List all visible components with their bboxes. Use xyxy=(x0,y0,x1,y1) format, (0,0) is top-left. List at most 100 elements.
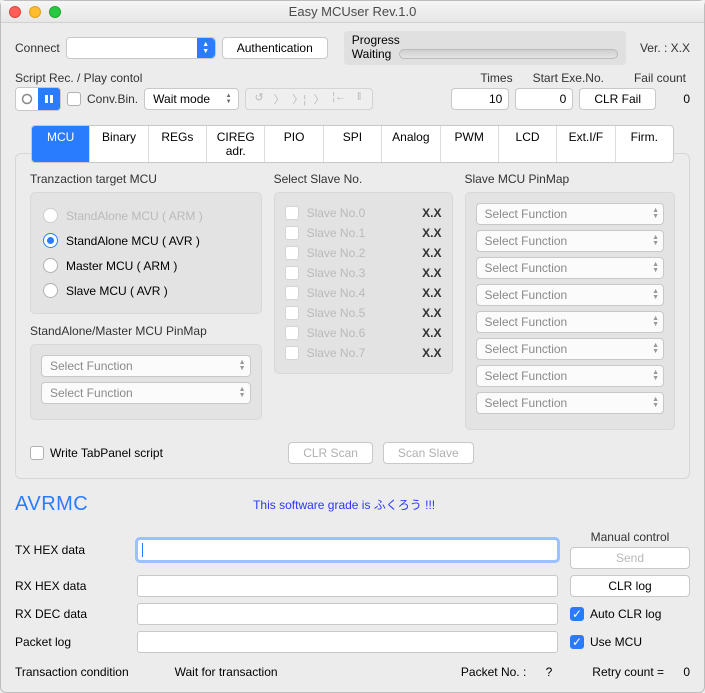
tx-hex-label: TX HEX data xyxy=(15,543,125,557)
slave-pinmap-select[interactable]: Select Function▲▼ xyxy=(476,338,665,360)
slave-pinmap-select[interactable]: Select Function▲▼ xyxy=(476,257,665,279)
connect-select[interactable]: ▲▼ xyxy=(66,37,216,59)
slave-checkbox[interactable] xyxy=(285,346,299,360)
clr-scan-button[interactable]: CLR Scan xyxy=(288,442,373,464)
slave-value: X.X xyxy=(422,326,441,340)
packet-log-input[interactable] xyxy=(137,631,558,653)
slave-value: X.X xyxy=(422,226,441,240)
tab-firm-[interactable]: Firm. xyxy=(616,126,673,162)
tab-ext-i-f[interactable]: Ext.I/F xyxy=(557,126,615,162)
rx-hex-label: RX HEX data xyxy=(15,579,125,593)
tab-spi[interactable]: SPI xyxy=(324,126,382,162)
tab-analog[interactable]: Analog xyxy=(382,126,440,162)
slave-pinmap-select[interactable]: Select Function▲▼ xyxy=(476,311,665,333)
target-mcu-option[interactable]: Slave MCU ( AVR ) xyxy=(41,278,251,303)
wait-mode-select[interactable]: Wait mode ▲▼ xyxy=(144,88,239,110)
radio-label: Slave MCU ( AVR ) xyxy=(66,284,168,298)
target-mcu-option: StandAlone MCU ( ARM ) xyxy=(41,203,251,228)
retry-count-label: Retry count = xyxy=(592,665,664,679)
clr-fail-button[interactable]: CLR Fail xyxy=(579,88,656,110)
tab-pio[interactable]: PIO xyxy=(265,126,323,162)
clr-log-button[interactable]: CLR log xyxy=(570,575,690,597)
tab-cireg-adr-[interactable]: CIREG adr. xyxy=(207,126,265,162)
write-tab-checkbox[interactable] xyxy=(30,446,44,460)
script-control-label: Script Rec. / Play contol xyxy=(15,71,142,85)
conv-bin-checkbox[interactable] xyxy=(67,92,81,106)
rx-dec-input[interactable] xyxy=(137,603,558,625)
rx-hex-input[interactable] xyxy=(137,575,558,597)
slave-label: Slave No.4 xyxy=(307,286,366,300)
fail-count-label: Fail count xyxy=(634,71,686,85)
tx-hex-input[interactable] xyxy=(137,539,558,561)
authentication-button[interactable]: Authentication xyxy=(222,37,328,59)
radio-label: Master MCU ( ARM ) xyxy=(66,259,177,273)
slave-label: Slave No.2 xyxy=(307,246,366,260)
slave-value: X.X xyxy=(422,206,441,220)
titlebar: Easy MCUser Rev.1.0 xyxy=(1,1,704,23)
step-icon[interactable]: 〉¦ xyxy=(290,91,308,107)
target-mcu-option[interactable]: StandAlone MCU ( AVR ) xyxy=(41,228,251,253)
slave-checkbox[interactable] xyxy=(285,246,299,260)
slave-pinmap-select[interactable]: Select Function▲▼ xyxy=(476,284,665,306)
radio-label: StandAlone MCU ( ARM ) xyxy=(66,209,203,223)
pinmap-select-1[interactable]: Select Function▲▼ xyxy=(41,355,251,377)
slave-value: X.X xyxy=(422,306,441,320)
pinmap-select-2[interactable]: Select Function▲▼ xyxy=(41,382,251,404)
slave-label: Slave No.7 xyxy=(307,346,366,360)
slave-value: X.X xyxy=(422,346,441,360)
slave-checkbox[interactable] xyxy=(285,266,299,280)
slave-checkbox[interactable] xyxy=(285,326,299,340)
radio-icon xyxy=(43,258,58,273)
slave-label: Slave No.1 xyxy=(307,226,366,240)
progress-status: Waiting xyxy=(352,47,392,61)
tab-mcu[interactable]: MCU xyxy=(32,126,90,162)
slave-row: Slave No.6X.X xyxy=(285,323,442,343)
start-exe-label: Start Exe.No. xyxy=(533,71,604,85)
use-mcu-label: Use MCU xyxy=(590,635,642,649)
packet-no-label: Packet No. : xyxy=(461,665,526,679)
tab-regs[interactable]: REGs xyxy=(149,126,207,162)
slave-row: Slave No.7 X.X xyxy=(285,343,442,363)
playback-toolbar: ↺ 〉 〉¦ 〉 ¦← ‖ xyxy=(245,88,373,110)
slave-value: X.X xyxy=(422,246,441,260)
slave-value: X.X xyxy=(422,266,441,280)
slave-pinmap-select[interactable]: Select Function▲▼ xyxy=(476,203,665,225)
pause-icon[interactable] xyxy=(38,88,60,110)
window-title: Easy MCUser Rev.1.0 xyxy=(1,4,704,19)
slave-label: Slave No.5 xyxy=(307,306,366,320)
slave-label: Slave No.3 xyxy=(307,266,366,280)
scan-slave-button[interactable]: Scan Slave xyxy=(383,442,474,464)
send-button[interactable]: Send xyxy=(570,547,690,569)
tab-binary[interactable]: Binary xyxy=(90,126,148,162)
slave-pinmap-select[interactable]: Select Function▲▼ xyxy=(476,230,665,252)
progress-panel: Progress Waiting xyxy=(344,31,626,65)
record-icon[interactable] xyxy=(16,88,38,110)
slave-checkbox[interactable] xyxy=(285,206,299,220)
slave-pinmap-header: Slave MCU PinMap xyxy=(465,172,676,186)
tab-lcd[interactable]: LCD xyxy=(499,126,557,162)
start-exe-input[interactable]: 0 xyxy=(515,88,573,110)
tagline: This software grade is ふくろう !!! xyxy=(88,496,600,513)
reload-icon[interactable]: ↺ xyxy=(250,91,268,107)
times-label: Times xyxy=(480,71,512,85)
slave-row: Slave No.3 X.X xyxy=(285,263,442,283)
record-pause-segment[interactable] xyxy=(15,87,61,111)
slave-pinmap-select[interactable]: Select Function▲▼ xyxy=(476,365,665,387)
slave-checkbox[interactable] xyxy=(285,226,299,240)
transaction-condition-value: Wait for transaction xyxy=(175,665,278,679)
times-input[interactable]: 10 xyxy=(451,88,509,110)
slave-pinmap-select[interactable]: Select Function▲▼ xyxy=(476,392,665,414)
transaction-condition-label: Transaction condition xyxy=(15,665,129,679)
write-tab-label: Write TabPanel script xyxy=(50,446,163,460)
target-mcu-option[interactable]: Master MCU ( ARM ) xyxy=(41,253,251,278)
tab-pwm[interactable]: PWM xyxy=(441,126,499,162)
pause-small-icon[interactable]: ‖ xyxy=(350,91,368,107)
auto-clr-checkbox[interactable]: ✓ xyxy=(570,607,584,621)
play-icon[interactable]: 〉 xyxy=(270,91,288,107)
slave-checkbox[interactable] xyxy=(285,306,299,320)
skip-icon[interactable]: 〉 xyxy=(310,91,328,107)
skip-back-icon[interactable]: ¦← xyxy=(330,91,348,107)
auto-clr-label: Auto CLR log xyxy=(590,607,661,621)
use-mcu-checkbox[interactable]: ✓ xyxy=(570,635,584,649)
slave-checkbox[interactable] xyxy=(285,286,299,300)
